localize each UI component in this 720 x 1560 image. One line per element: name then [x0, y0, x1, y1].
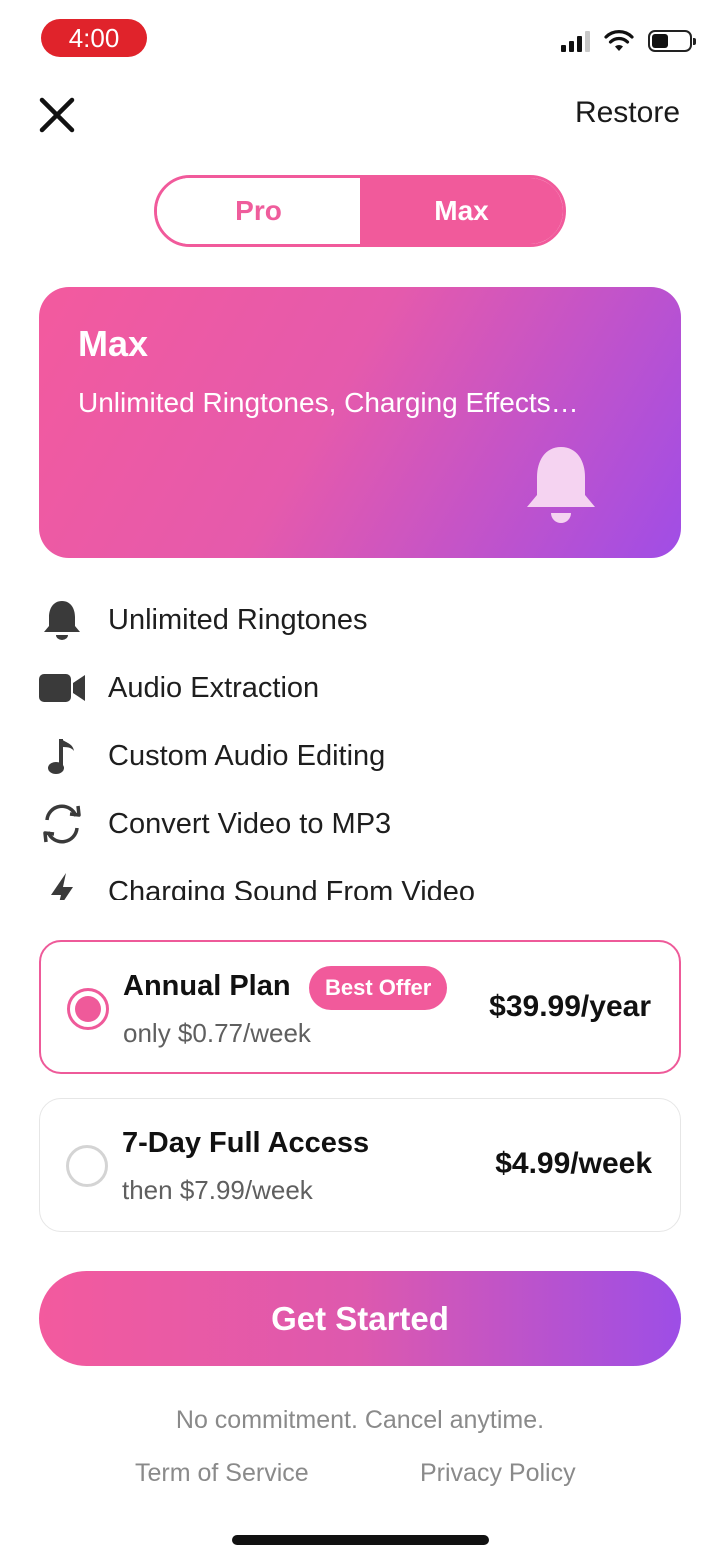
video-camera-icon	[36, 662, 88, 714]
plan-price: $4.99/week	[495, 1147, 652, 1180]
plan-option-weekly[interactable]: 7-Day Full Access then $7.99/week $4.99/…	[39, 1098, 681, 1232]
close-button[interactable]	[34, 92, 80, 138]
get-started-button[interactable]: Get Started	[39, 1271, 681, 1366]
restore-button[interactable]: Restore	[575, 96, 680, 130]
convert-arrows-icon	[36, 798, 88, 850]
privacy-policy-link[interactable]: Privacy Policy	[420, 1459, 576, 1488]
terms-of-service-link[interactable]: Term of Service	[135, 1459, 309, 1488]
feature-item: Convert Video to MP3	[36, 790, 676, 858]
plan-note: then $7.99/week	[122, 1175, 313, 1205]
tab-max[interactable]: Max	[360, 178, 563, 244]
music-note-icon	[36, 730, 88, 782]
close-icon	[39, 97, 75, 133]
battery-icon	[648, 30, 696, 52]
plan-tier-toggle: Pro Max	[154, 175, 566, 247]
status-icons	[561, 30, 696, 52]
bell-icon	[527, 447, 595, 523]
lightning-icon	[36, 866, 88, 900]
bell-icon	[36, 594, 88, 646]
plan-name: 7-Day Full Access	[122, 1127, 370, 1159]
hero-card: Max Unlimited Ringtones, Charging Effect…	[39, 287, 681, 558]
hero-title: Max	[78, 323, 149, 364]
home-indicator[interactable]	[232, 1535, 489, 1545]
plan-name: Annual Plan	[123, 970, 291, 1002]
feature-item: Audio Extraction	[36, 654, 676, 722]
plan-option-annual[interactable]: Annual Plan Best Offer only $0.77/week $…	[39, 940, 681, 1074]
plan-price: $39.99/year	[489, 990, 651, 1023]
commitment-note: No commitment. Cancel anytime.	[175, 1406, 545, 1434]
feature-item: Unlimited Ringtones	[36, 586, 676, 654]
cellular-signal-icon	[561, 30, 590, 52]
feature-label: Audio Extraction	[108, 671, 320, 704]
feature-label: Unlimited Ringtones	[108, 603, 368, 636]
feature-item: Custom Audio Editing	[36, 722, 676, 790]
radio-unselected-icon[interactable]	[66, 1145, 108, 1187]
feature-label: Custom Audio Editing	[108, 739, 386, 772]
tab-pro[interactable]: Pro	[157, 178, 360, 244]
wifi-icon	[604, 30, 634, 51]
hero-subtitle: Unlimited Ringtones, Charging Effects…	[78, 387, 579, 418]
feature-item: Charging Sound From Video	[36, 858, 676, 900]
status-time: 4:00	[41, 19, 147, 57]
feature-list: Unlimited Ringtones Audio Extraction Cus…	[36, 586, 676, 900]
plan-note: only $0.77/week	[123, 1018, 311, 1048]
feature-label: Charging Sound From Video	[108, 875, 476, 901]
best-offer-badge: Best Offer	[309, 966, 448, 1010]
radio-selected-icon[interactable]	[67, 988, 109, 1030]
feature-label: Convert Video to MP3	[108, 807, 392, 840]
